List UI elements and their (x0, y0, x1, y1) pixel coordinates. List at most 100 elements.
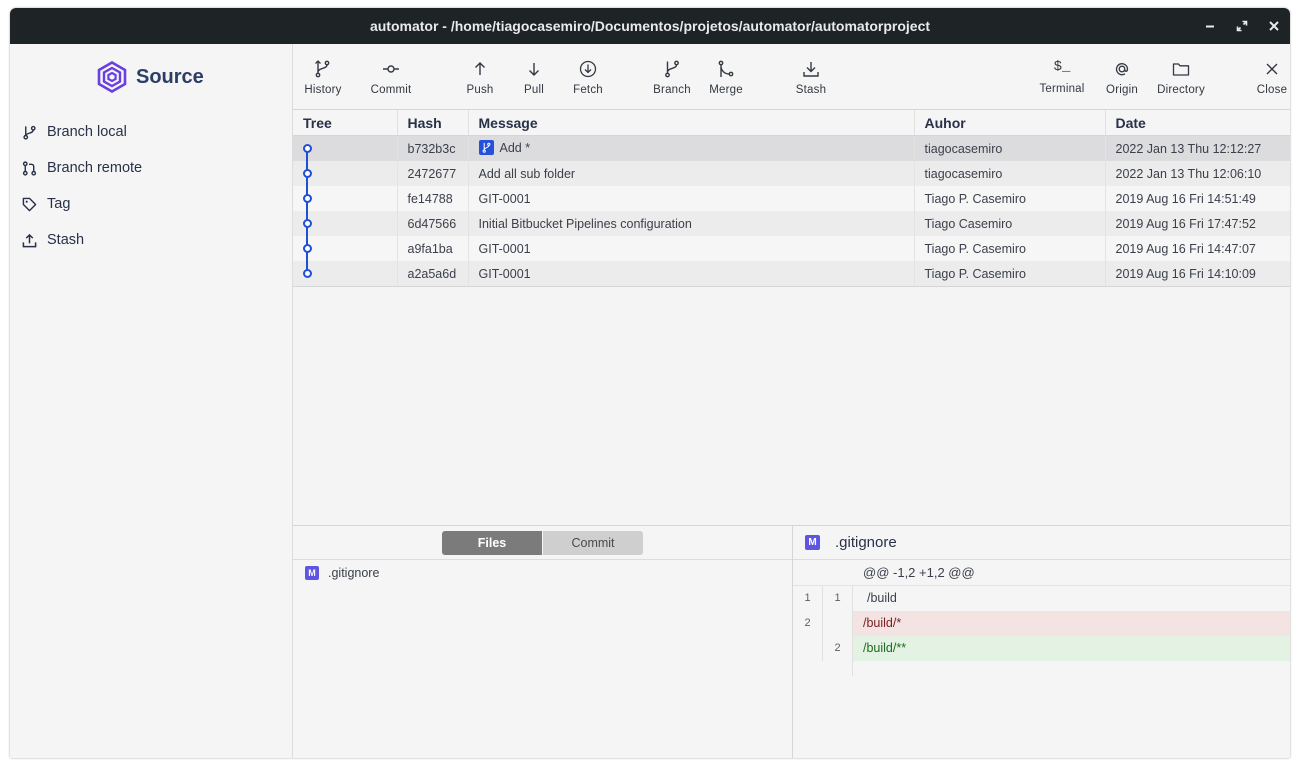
minimize-icon[interactable] (1194, 8, 1226, 44)
stash-label: Stash (795, 84, 827, 96)
branch-icon (23, 125, 36, 140)
sidebar-item-stash[interactable]: Stash (22, 222, 272, 258)
directory-button[interactable]: Directory (1155, 44, 1207, 109)
commit-history-panel: Tree Hash Message Auhor Date b732b3c Add… (293, 110, 1290, 525)
terminal-button[interactable]: $_ Terminal (1035, 44, 1089, 109)
old-line-number (793, 636, 823, 661)
merge-button[interactable]: Merge (706, 44, 746, 109)
diff-gutter (793, 661, 853, 676)
diff-code: /build/** (853, 636, 1290, 661)
sidebar-item-label: Branch local (47, 124, 127, 140)
merge-icon (718, 60, 734, 77)
table-row[interactable]: 6d47566 Initial Bitbucket Pipelines conf… (293, 211, 1290, 236)
message-cell: Add all sub folder (468, 161, 915, 186)
diff-line-added: 2 /build/** (793, 636, 1290, 661)
history-button[interactable]: History (303, 44, 343, 109)
commit-node-icon (303, 244, 312, 253)
sidebar-item-branch-remote[interactable]: Branch remote (22, 150, 272, 186)
diff-code: /build (867, 591, 897, 605)
new-line-number: 2 (823, 636, 853, 661)
diff-file-name: .gitignore (835, 534, 897, 551)
hash-cell: b732b3c (397, 135, 469, 161)
window-title: automator - /home/tiagocasemiro/Document… (369, 18, 931, 34)
commit-label: Commit (370, 84, 412, 96)
message-cell: Initial Bitbucket Pipelines configuratio… (468, 211, 915, 236)
fetch-label: Fetch (573, 84, 603, 96)
download-tray-icon (803, 62, 819, 77)
close-button[interactable]: Close (1253, 44, 1290, 109)
new-line-number: 1 (823, 586, 853, 611)
author-cell: Tiago Casemiro (914, 211, 1106, 236)
hexagon-logo-icon (97, 61, 127, 93)
hash-cell: a9fa1ba (397, 236, 469, 261)
arrow-up-icon (475, 62, 485, 75)
hunk-header: @@ -1,2 +1,2 @@ (793, 560, 1290, 586)
diff-line-context: 1 1 /build (793, 586, 1290, 611)
diff-header: M .gitignore (793, 526, 1290, 560)
at-sign-icon (1115, 63, 1129, 76)
commit-icon (383, 65, 399, 73)
modified-badge: M (805, 535, 820, 550)
file-name: .gitignore (328, 566, 380, 580)
close-icon[interactable] (1258, 8, 1290, 44)
tab-files[interactable]: Files (442, 530, 542, 555)
branch-tag-icon (478, 140, 494, 156)
sidebar-item-label: Tag (47, 196, 71, 212)
sidebar: Source Branch local Branch remote Tag St… (10, 44, 293, 758)
table-row[interactable]: a9fa1ba GIT-0001 Tiago P. Casemiro 2019 … (293, 236, 1290, 261)
tree-cell (293, 236, 398, 261)
column-header-date[interactable]: Date (1105, 110, 1290, 136)
terminal-icon: $_ (1053, 59, 1071, 75)
push-button[interactable]: Push (463, 44, 497, 109)
close-label: Close (1256, 84, 1288, 96)
maximize-icon[interactable] (1226, 8, 1258, 44)
old-line-number: 1 (793, 586, 823, 611)
column-header-hash[interactable]: Hash (397, 110, 469, 136)
tag-icon (22, 197, 37, 211)
pull-button[interactable]: Pull (520, 44, 548, 109)
tab-commit[interactable]: Commit (543, 530, 643, 555)
tree-cell (293, 135, 398, 161)
list-item[interactable]: M .gitignore (293, 560, 792, 586)
title-bar: automator - /home/tiagocasemiro/Document… (10, 8, 1290, 44)
tree-cell (293, 161, 398, 186)
origin-button[interactable]: Origin (1103, 44, 1141, 109)
tree-cell (293, 211, 398, 236)
column-header-message[interactable]: Message (468, 110, 915, 136)
commit-table: Tree Hash Message Auhor Date b732b3c Add… (293, 110, 1290, 287)
column-header-tree[interactable]: Tree (293, 110, 398, 136)
message-cell: Add * (468, 135, 915, 161)
sidebar-item-branch-local[interactable]: Branch local (22, 114, 272, 150)
files-commit-tabs: Files Commit (293, 526, 792, 560)
date-cell: 2019 Aug 16 Fri 17:47:52 (1105, 211, 1290, 236)
message-text: Add * (499, 140, 531, 155)
commit-button[interactable]: Commit (369, 44, 413, 109)
tree-cell (293, 186, 398, 211)
old-line-number: 2 (793, 611, 823, 636)
table-row[interactable]: b732b3c Add * tiagocasemiro 2022 Jan 13 … (293, 135, 1290, 161)
table-row[interactable]: 2472677 Add all sub folder tiagocasemiro… (293, 161, 1290, 186)
diff-line-removed: 2 /build/* (793, 611, 1290, 636)
app-window: automator - /home/tiagocasemiro/Document… (10, 8, 1290, 758)
upload-icon (22, 233, 37, 247)
message-cell: GIT-0001 (468, 261, 915, 287)
app-name: Source (136, 65, 204, 88)
table-row[interactable]: fe14788 GIT-0001 Tiago P. Casemiro 2019 … (293, 186, 1290, 211)
date-cell: 2022 Jan 13 Thu 12:12:27 (1105, 135, 1290, 161)
history-label: History (304, 84, 342, 96)
author-cell: tiagocasemiro (914, 135, 1106, 161)
push-label: Push (466, 84, 494, 96)
hash-cell: 2472677 (397, 161, 469, 186)
stash-button[interactable]: Stash (791, 44, 831, 109)
author-cell: Tiago P. Casemiro (914, 236, 1106, 261)
hash-cell: fe14788 (397, 186, 469, 211)
hash-cell: 6d47566 (397, 211, 469, 236)
branch-button[interactable]: Branch (651, 44, 693, 109)
diff-code: /build/* (853, 611, 1290, 636)
fetch-button[interactable]: Fetch (570, 44, 606, 109)
date-cell: 2022 Jan 13 Thu 12:06:10 (1105, 161, 1290, 186)
sidebar-item-tag[interactable]: Tag (22, 186, 272, 222)
tree-cell (293, 261, 398, 287)
table-row[interactable]: a2a5a6d GIT-0001 Tiago P. Casemiro 2019 … (293, 261, 1290, 287)
column-header-author[interactable]: Auhor (914, 110, 1106, 136)
